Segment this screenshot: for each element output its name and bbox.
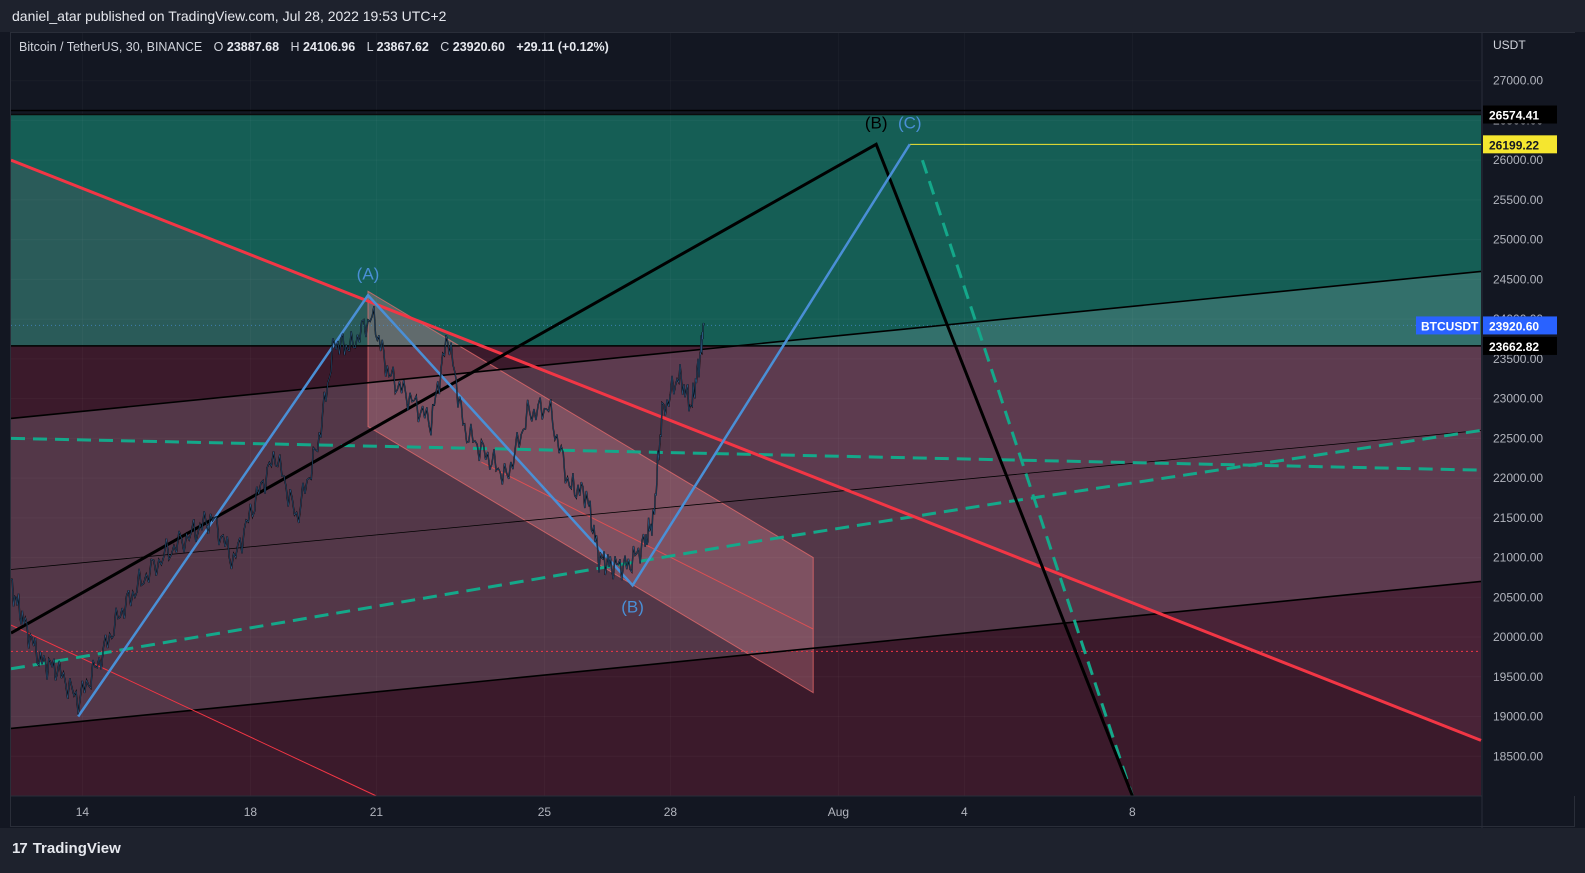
y-tick-label-2: 19500.00 [1493,670,1543,684]
wave-label-1: (A) [357,264,380,283]
legend-symbol: Bitcoin / TetherUS, 30, BINANCE [19,40,202,54]
legend-change: +29.11 (+0.12%) [516,40,608,54]
svg-text:Bitcoin / TetherUS, 30, BINANC: Bitcoin / TetherUS, 30, BINANCE O 23887.… [19,40,609,54]
tradingview-logo-icon: 17 [12,840,28,857]
chart-svg[interactable]: (A) (B) (C) (B) USDT 18500.00 19000.00 19500.0… [11,33,1576,828]
x-tick-label-3: 25 [538,805,552,819]
y-tick-label-17: 27000.00 [1493,74,1543,88]
x-tick-label-6: 4 [961,805,968,819]
y-tick-label-5: 21000.00 [1493,551,1543,565]
tag-last-price-text: 23920.60 [1489,319,1539,333]
symbol-tag-text: BTCUSDT [1421,319,1479,333]
tag-c-target-text: 26199.22 [1489,138,1539,152]
tag-zone-top-text: 26574.41 [1489,109,1539,123]
publisher-text: daniel_atar published on TradingView.com… [12,8,447,24]
legend-open: 23887.68 [227,40,279,54]
y-tick-label-3: 20000.00 [1493,630,1543,644]
wave-black-label-1: (B) [865,113,888,132]
tradingview-brand: TradingView [32,840,121,857]
y-tick-label-13: 25000.00 [1493,233,1543,247]
y-tick-label-15: 26000.00 [1493,153,1543,167]
publish-header: daniel_atar published on TradingView.com… [0,0,1585,32]
x-tick-label-7: 8 [1129,805,1136,819]
x-tick-label-5: Aug [828,805,849,819]
x-tick-label-4: 28 [664,805,678,819]
y-tick-label-9: 23000.00 [1493,392,1543,406]
y-tick-label-7: 22000.00 [1493,471,1543,485]
tradingview-logo[interactable]: 17 TradingView [12,840,121,857]
legend-high-label: H [291,40,300,54]
legend-close: 23920.60 [453,40,505,54]
y-tick-label-14: 25500.00 [1493,193,1543,207]
chart-frame: (A) (B) (C) (B) USDT 18500.00 19000.00 19500.0… [10,32,1576,828]
tag-zone-bottom-text: 23662.82 [1489,340,1539,354]
x-tick-label-2: 21 [370,805,384,819]
legend-open-label: O [214,40,224,54]
x-tick-label-0: 14 [76,805,90,819]
y-tick-label-1: 19000.00 [1493,710,1543,724]
y-tick-label-0: 18500.00 [1493,749,1543,763]
x-tick-label-1: 18 [244,805,258,819]
wave-label-2: (B) [621,597,644,616]
legend-close-label: C [440,40,449,54]
legend-low: 23867.62 [377,40,429,54]
y-tick-label-4: 20500.00 [1493,590,1543,604]
footer-bar: 17 TradingView [0,828,1585,873]
y-tick-label-6: 21500.00 [1493,511,1543,525]
ohlc-legend: Bitcoin / TetherUS, 30, BINANCE O 23887.… [19,40,609,54]
y-tick-label-8: 22500.00 [1493,431,1543,445]
legend-low-label: L [367,40,374,54]
price-axis-unit: USDT [1493,38,1526,52]
legend-high: 24106.96 [303,40,355,54]
y-tick-label-12: 24500.00 [1493,272,1543,286]
wave-label-3: (C) [898,113,922,132]
